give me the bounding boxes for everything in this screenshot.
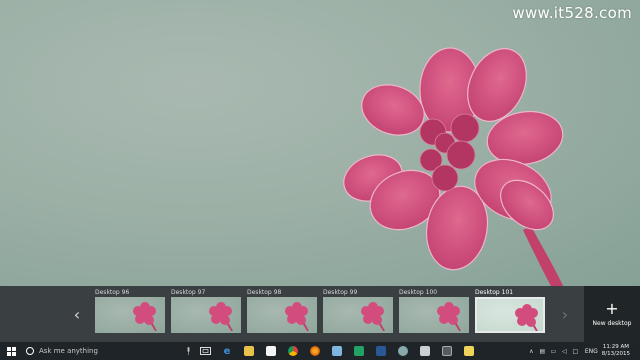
network-icon[interactable]: ▤ xyxy=(538,342,547,360)
task-view-icon[interactable] xyxy=(194,342,216,360)
chevron-left-icon[interactable]: ‹ xyxy=(68,286,86,342)
system-tray: ∧ ▤ ▭ ◁ □ ENG 11:29 AM 8/13/2015 xyxy=(526,342,640,360)
plus-icon: + xyxy=(605,299,619,318)
desktop-thumbnail[interactable]: Desktop 98 xyxy=(247,288,317,333)
taskbar: Ask me anything e ∧ ▤ ▭ ◁ □ ENG 11:29 AM… xyxy=(0,342,640,360)
watermark-text: www.it528.com xyxy=(512,4,632,22)
task-view-strip: ‹ Desktop 96 Desktop 97 Desktop 98 Deskt… xyxy=(0,286,640,342)
clock[interactable]: 11:29 AM 8/13/2015 xyxy=(602,344,630,358)
store-icon[interactable] xyxy=(260,342,282,360)
cortana-search-box[interactable]: Ask me anything xyxy=(22,342,182,360)
excel-icon[interactable] xyxy=(348,342,370,360)
folder-icon[interactable] xyxy=(458,342,480,360)
desktop-preview xyxy=(399,297,469,333)
desktop-label: Desktop 99 xyxy=(323,289,358,296)
windows-logo-icon xyxy=(6,346,16,356)
desktop-thumbnail-active[interactable]: Desktop 101 xyxy=(475,288,545,333)
app-icon[interactable] xyxy=(414,342,436,360)
desktop-thumbnail[interactable]: Desktop 99 xyxy=(323,288,393,333)
flower-image xyxy=(343,47,564,286)
desktop-label: Desktop 96 xyxy=(95,289,130,296)
chevron-up-icon[interactable]: ∧ xyxy=(527,342,536,360)
desktop-preview xyxy=(475,297,545,333)
file-explorer-icon[interactable] xyxy=(238,342,260,360)
battery-icon[interactable]: ▭ xyxy=(549,342,558,360)
desktop-label: Desktop 100 xyxy=(399,289,438,296)
chrome-icon[interactable] xyxy=(282,342,304,360)
desktop-thumbnail[interactable]: Desktop 96 xyxy=(95,288,165,333)
desktop-thumbnail[interactable]: Desktop 97 xyxy=(171,288,241,333)
windows-start-button[interactable] xyxy=(0,342,22,360)
desktop-label: Desktop 101 xyxy=(475,289,514,296)
new-desktop-label: New desktop xyxy=(592,320,632,327)
notification-icon[interactable]: □ xyxy=(571,342,580,360)
calculator-icon[interactable] xyxy=(436,342,458,360)
language-indicator[interactable]: ENG xyxy=(585,348,598,355)
volume-icon[interactable]: ◁ xyxy=(560,342,569,360)
new-desktop-button[interactable]: + New desktop xyxy=(584,286,640,342)
desktop-preview xyxy=(95,297,165,333)
desktop-preview xyxy=(247,297,317,333)
desktop-label: Desktop 97 xyxy=(171,289,206,296)
desktop-wallpaper: www.it528.com xyxy=(0,0,640,286)
chevron-right-icon[interactable]: › xyxy=(556,286,574,342)
cortana-icon xyxy=(26,347,34,355)
desktop-thumbnail[interactable]: Desktop 100 xyxy=(399,288,469,333)
firefox-icon[interactable] xyxy=(304,342,326,360)
word-icon[interactable] xyxy=(370,342,392,360)
desktop-label: Desktop 98 xyxy=(247,289,282,296)
desktop-preview xyxy=(323,297,393,333)
clock-time: 11:29 AM xyxy=(602,344,629,350)
edge-icon[interactable]: e xyxy=(216,342,238,360)
search-placeholder: Ask me anything xyxy=(39,347,98,355)
desktop-preview xyxy=(171,297,241,333)
microphone-icon[interactable] xyxy=(182,342,194,360)
app-icon[interactable] xyxy=(392,342,414,360)
clock-date: 8/13/2015 xyxy=(601,351,630,357)
app-icon[interactable] xyxy=(326,342,348,360)
